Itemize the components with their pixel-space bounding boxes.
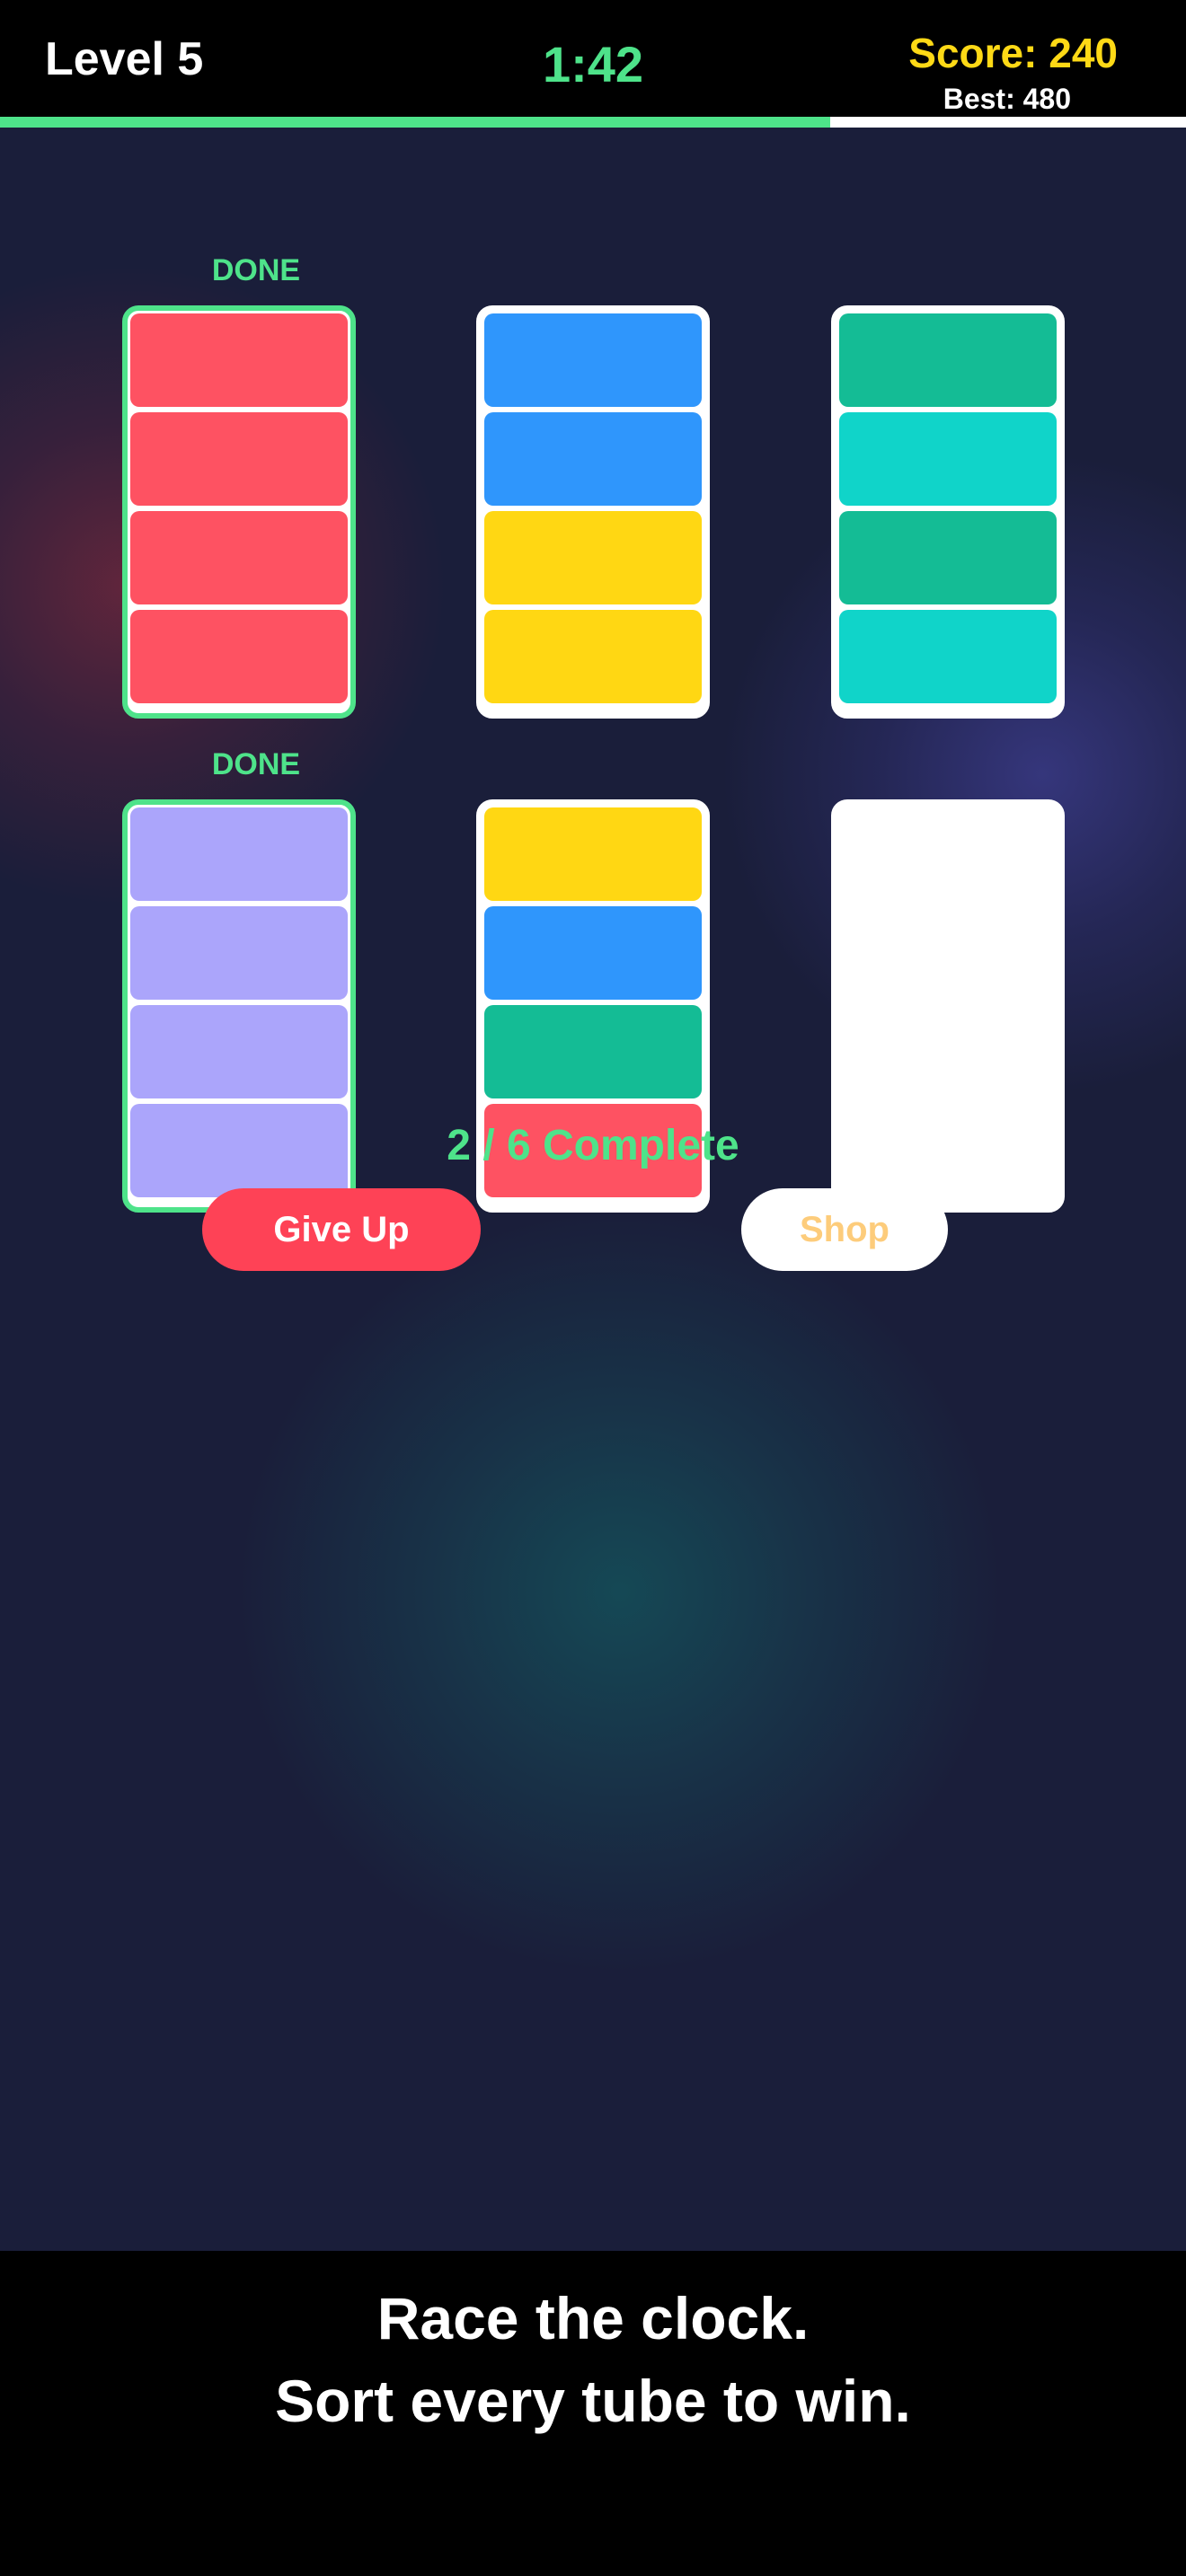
ball-segment-red	[130, 610, 348, 703]
ball-segment-blue	[484, 313, 702, 407]
ball-segment-cyan	[839, 610, 1057, 703]
tube-2[interactable]	[476, 305, 710, 719]
ball-segment-green	[839, 511, 1057, 604]
ball-segment-red	[130, 313, 348, 407]
time-progress-fill	[0, 117, 830, 128]
ball-segment-lavender	[130, 807, 348, 901]
tube-done-label: DONE	[211, 747, 301, 781]
ball-segment-red	[130, 412, 348, 506]
game-board: DONE DONE	[0, 128, 1186, 2251]
ball-segment-green	[484, 1005, 702, 1098]
background-glow-teal	[234, 1205, 1006, 1978]
ball-segment-green	[839, 313, 1057, 407]
ball-segment-yellow	[484, 610, 702, 703]
ball-segment-blue	[484, 906, 702, 1000]
ball-segment-yellow	[484, 511, 702, 604]
score-label: Score: 240	[908, 30, 1118, 76]
ball-segment-yellow	[484, 807, 702, 901]
completion-status: 2 / 6 Complete	[447, 1122, 739, 1169]
time-progress-bar	[0, 117, 1186, 128]
ball-segment-blue	[484, 412, 702, 506]
ball-segment-lavender	[130, 906, 348, 1000]
ball-segment-lavender	[130, 1005, 348, 1098]
tube-1[interactable]	[122, 305, 356, 719]
top-bar: Level 5 1:42 Score: 240 Best: 480	[0, 0, 1186, 117]
shop-button[interactable]: Shop	[741, 1188, 948, 1271]
tagline-line-2: Sort every tube to win.	[275, 2368, 911, 2434]
tube-3[interactable]	[831, 305, 1065, 719]
ball-segment-cyan	[839, 412, 1057, 506]
tagline-line-1: Race the clock.	[376, 2285, 810, 2351]
tube-done-label: DONE	[211, 253, 301, 287]
best-score-label: Best: 480	[943, 83, 1071, 115]
give-up-button[interactable]: Give Up	[202, 1188, 481, 1271]
ball-segment-red	[130, 511, 348, 604]
